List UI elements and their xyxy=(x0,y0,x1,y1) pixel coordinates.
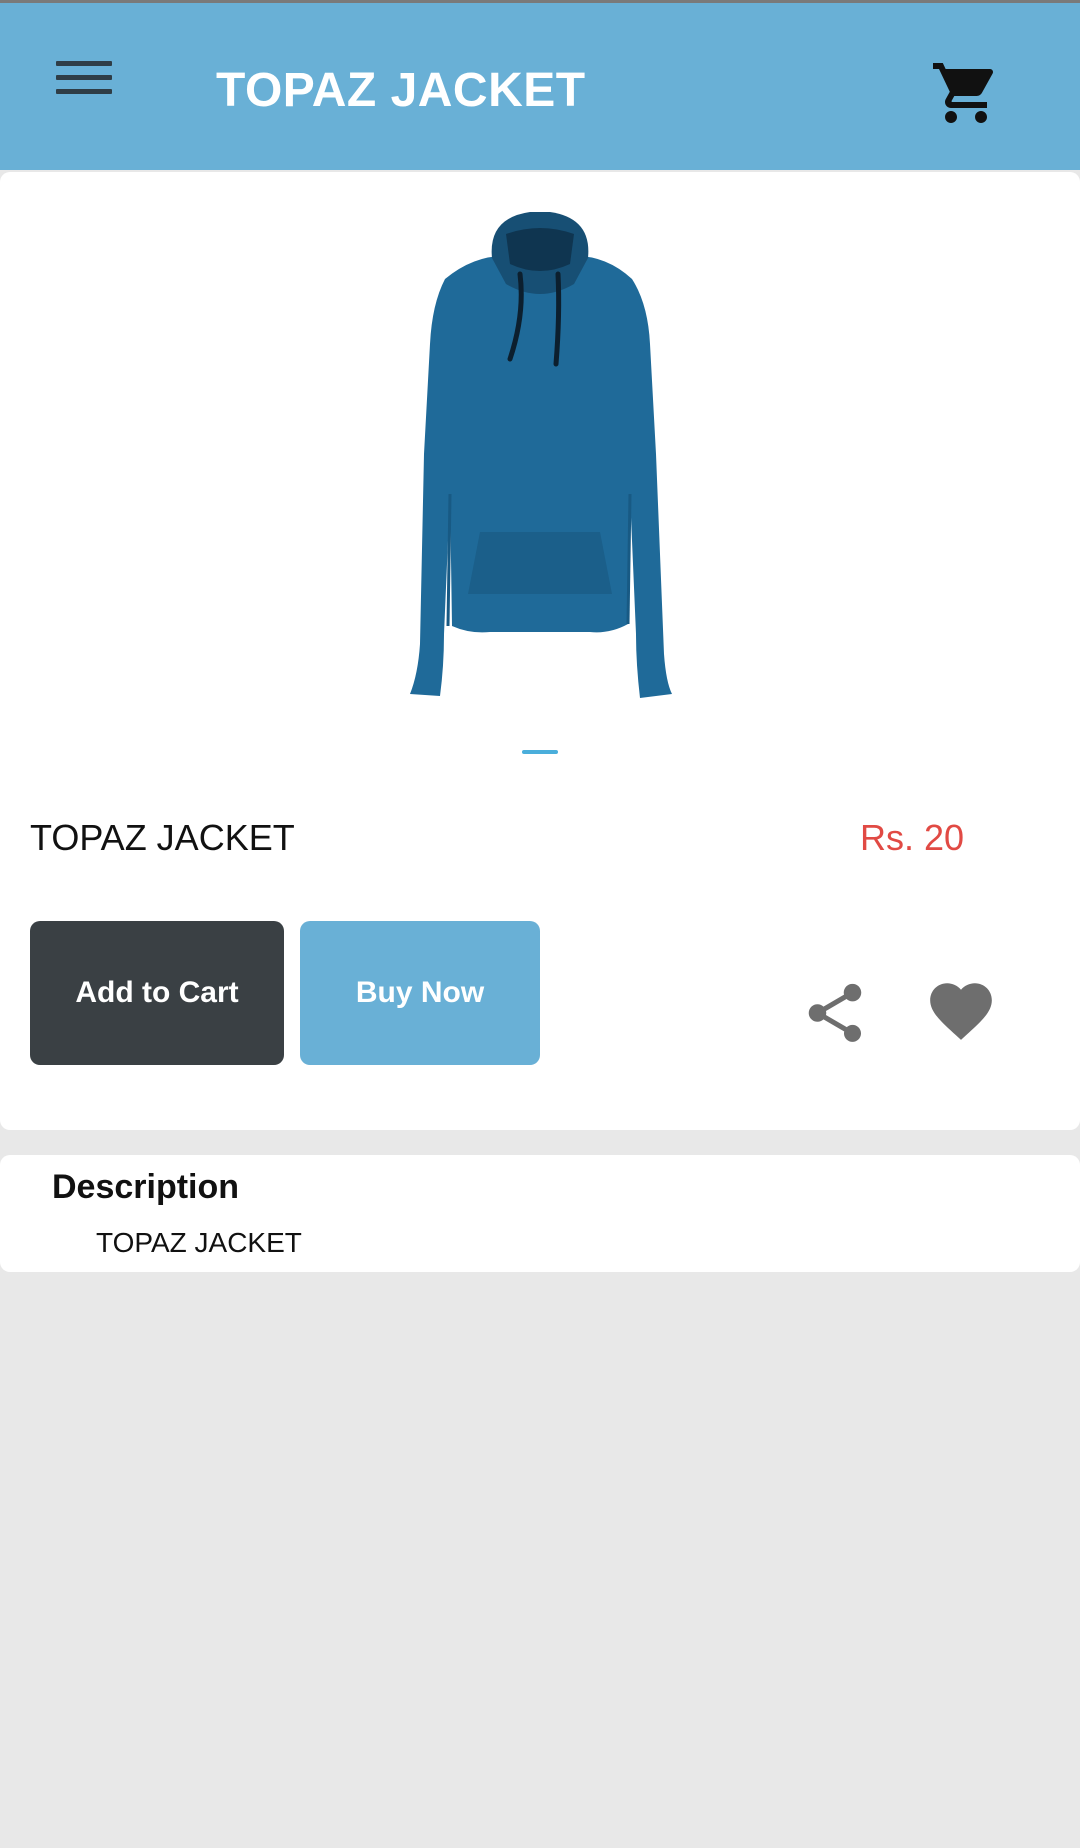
product-card: TOPAZ JACKET Rs. 20 Add to Cart Buy Now xyxy=(0,172,1080,1130)
page-title: TOPAZ JACKET xyxy=(216,64,586,117)
product-image[interactable] xyxy=(360,194,720,704)
image-pager-indicator xyxy=(522,750,558,754)
product-name: TOPAZ JACKET xyxy=(30,817,295,858)
product-price: Rs. 20 xyxy=(859,817,964,858)
heart-icon[interactable] xyxy=(924,974,998,1048)
description-heading: Description xyxy=(52,1168,240,1206)
share-icon[interactable] xyxy=(800,978,870,1048)
menu-icon[interactable] xyxy=(48,61,120,117)
description-card: Description TOPAZ JACKET xyxy=(0,1155,1080,1272)
app-bar: TOPAZ JACKET xyxy=(0,0,1080,170)
buy-now-button[interactable]: Buy Now xyxy=(300,921,540,1065)
description-text: TOPAZ JACKET xyxy=(96,1227,302,1258)
add-to-cart-button[interactable]: Add to Cart xyxy=(30,921,284,1065)
cart-icon[interactable] xyxy=(930,57,1002,129)
